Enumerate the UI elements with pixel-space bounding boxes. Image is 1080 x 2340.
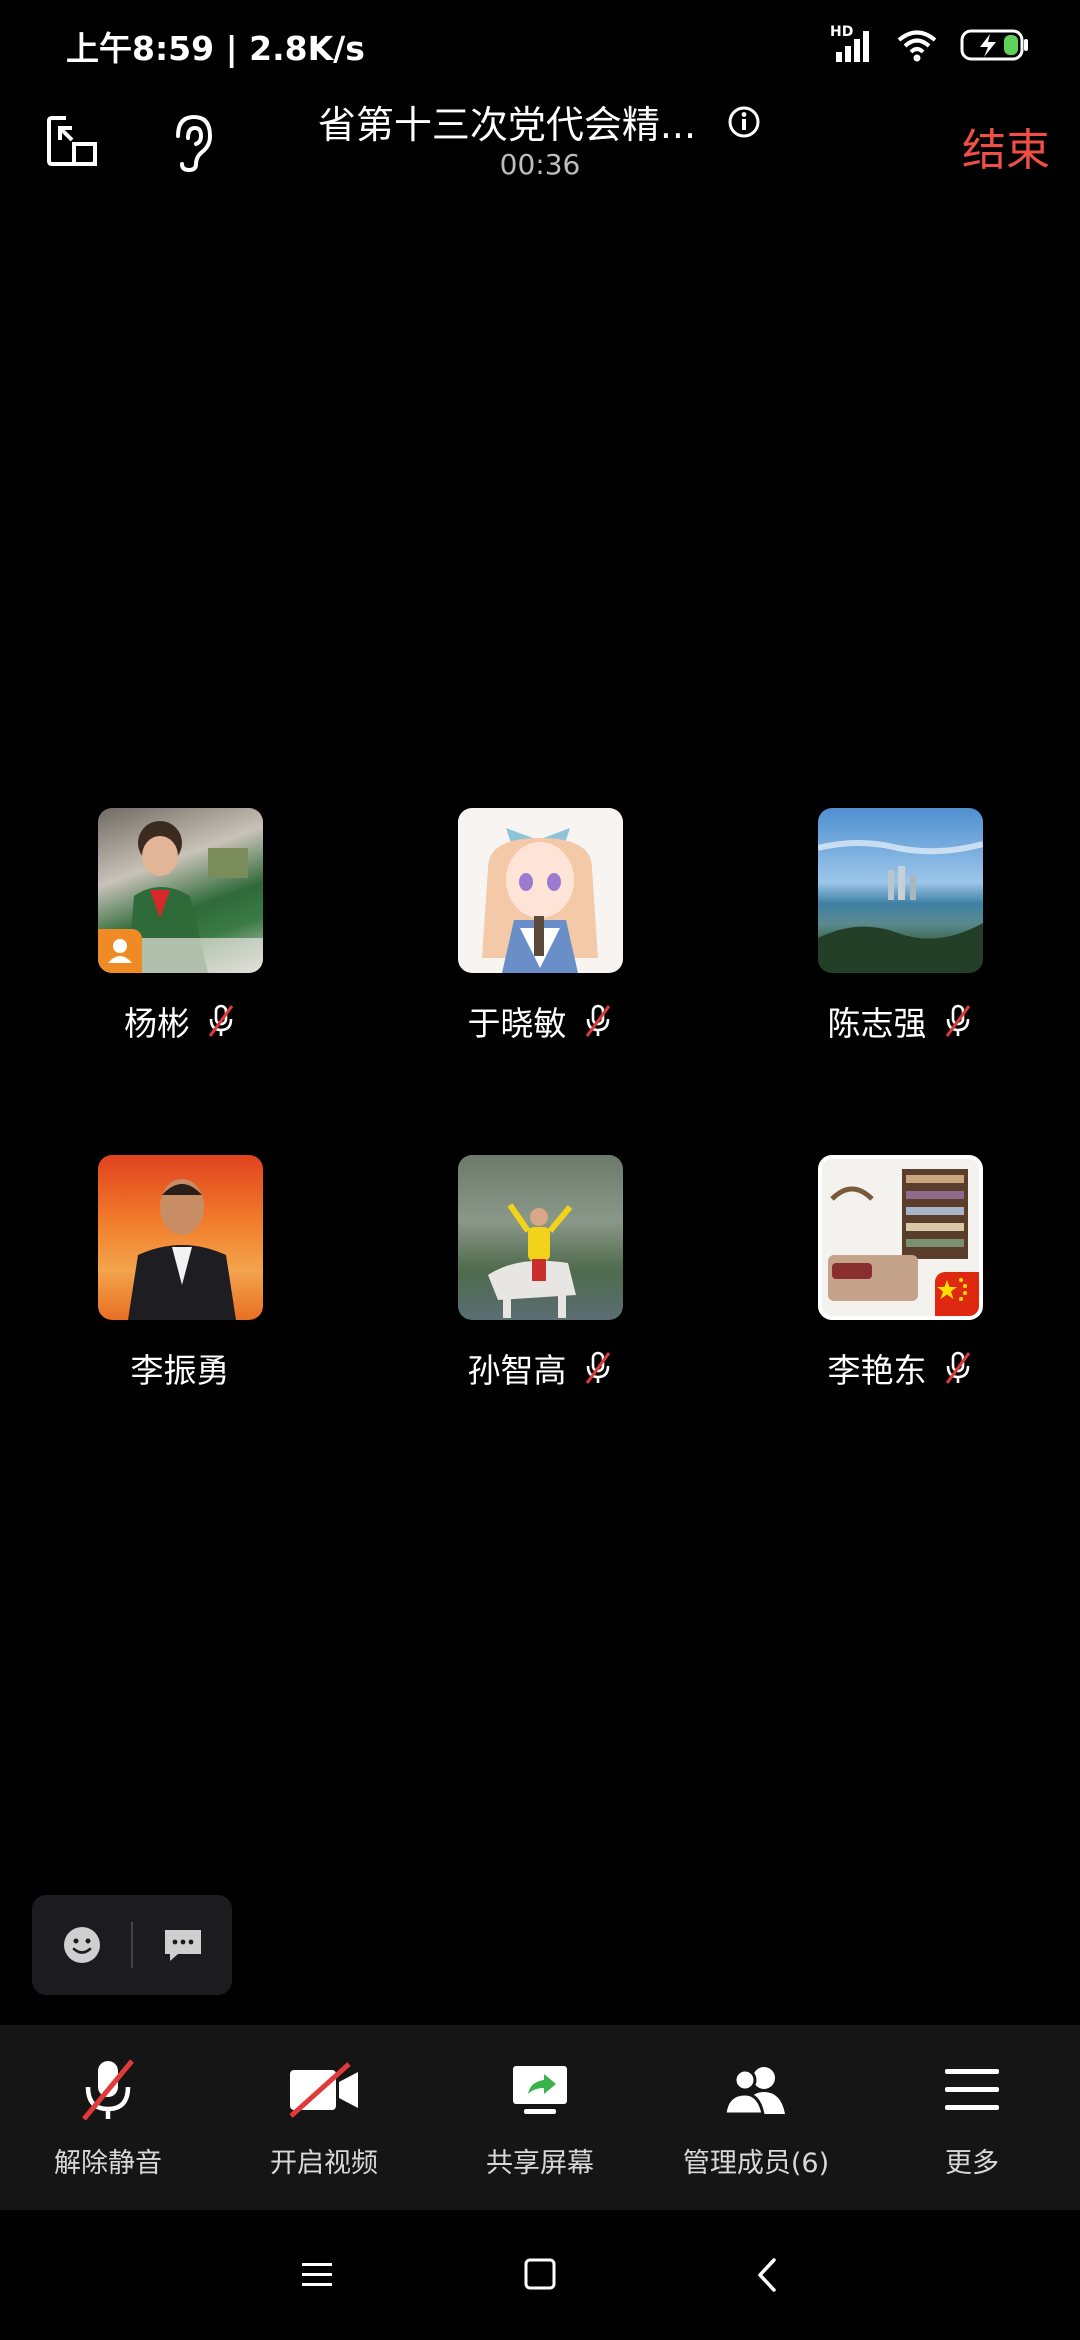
participant-name: 李艳东 [827,1351,927,1390]
mic-muted-icon [585,1004,610,1037]
avatar [97,1155,263,1320]
participant-tile[interactable]: 李振勇 [60,1155,300,1392]
mic-muted-icon [945,1351,970,1384]
participant-name: 于晓敏 [467,1004,567,1043]
menu-icon [945,2069,999,2110]
meeting-title-text: 省第十三次党代会精... [317,103,697,147]
participant-name: 杨彬 [124,1004,190,1043]
participant-tile[interactable]: 陈志强 [780,808,1020,1045]
china-flag-icon [936,1278,967,1301]
meeting-title[interactable]: 省第十三次党代会精... [0,94,1080,149]
participant-tile[interactable]: 李艳东 [780,1155,1020,1392]
status-icons: HD [830,24,1030,62]
battery-charging-icon [960,29,1028,61]
start-video-label: 开启视频 [270,2148,378,2179]
more-label: 更多 [945,2148,999,2179]
system-nav-bar [0,2210,1080,2340]
participant-name: 孙智高 [467,1351,567,1390]
avatar [817,808,983,973]
participant-tile[interactable]: 孙智高 [420,1155,660,1392]
back-icon[interactable] [754,2256,780,2294]
menu-icon[interactable] [300,2260,334,2290]
participant-tile[interactable]: 于晓敏 [420,808,660,1045]
flag-badge [934,1272,979,1316]
share-screen-icon [513,2066,567,2114]
participant-name: 陈志强 [827,1004,927,1043]
avatar [457,808,623,973]
video-off-icon [289,2062,358,2118]
share-screen-label: 共享屏幕 [486,2148,594,2179]
manage-members-label: 管理成员(6) [682,2148,830,2179]
more-button[interactable]: 更多 [864,2025,1080,2210]
emoji-icon [63,1927,100,1963]
host-badge [97,929,142,973]
mic-muted-icon [945,1004,970,1037]
chat-button[interactable] [133,1925,232,1965]
meeting-toolbar: 解除静音 开启视频 共享屏幕 管理成员(6) 更多 [0,2025,1080,2210]
unmute-button[interactable]: 解除静音 [0,2025,216,2210]
unmute-label: 解除静音 [54,2148,162,2179]
chat-bubble-icon [164,1930,201,1961]
start-video-button[interactable]: 开启视频 [216,2025,432,2210]
mic-muted-icon [208,1004,234,1037]
share-screen-button[interactable]: 共享屏幕 [432,2025,648,2210]
manage-members-button[interactable]: 管理成员(6) [648,2025,864,2210]
reaction-chat-pill [32,1895,232,1995]
mic-muted-icon [585,1351,610,1384]
meeting-timer: 00:36 [499,148,581,181]
avatar [457,1155,623,1320]
status-time: 上午8:59 | 2.8K/s [66,29,365,68]
signal-icon: HD [830,24,874,62]
participant-tile[interactable]: 杨彬 [60,808,300,1045]
network-label: HD [830,24,854,40]
mic-muted-icon [82,2059,134,2121]
end-meeting-button[interactable]: 结束 [962,114,1050,178]
emoji-button[interactable] [32,1925,131,1965]
info-icon[interactable] [726,104,762,140]
avatar [97,808,263,973]
home-icon[interactable] [523,2257,557,2291]
members-icon [723,2067,785,2116]
avatar [817,1155,983,1320]
participant-name: 李振勇 [130,1351,230,1390]
host-icon [107,939,132,963]
wifi-icon [897,30,937,62]
